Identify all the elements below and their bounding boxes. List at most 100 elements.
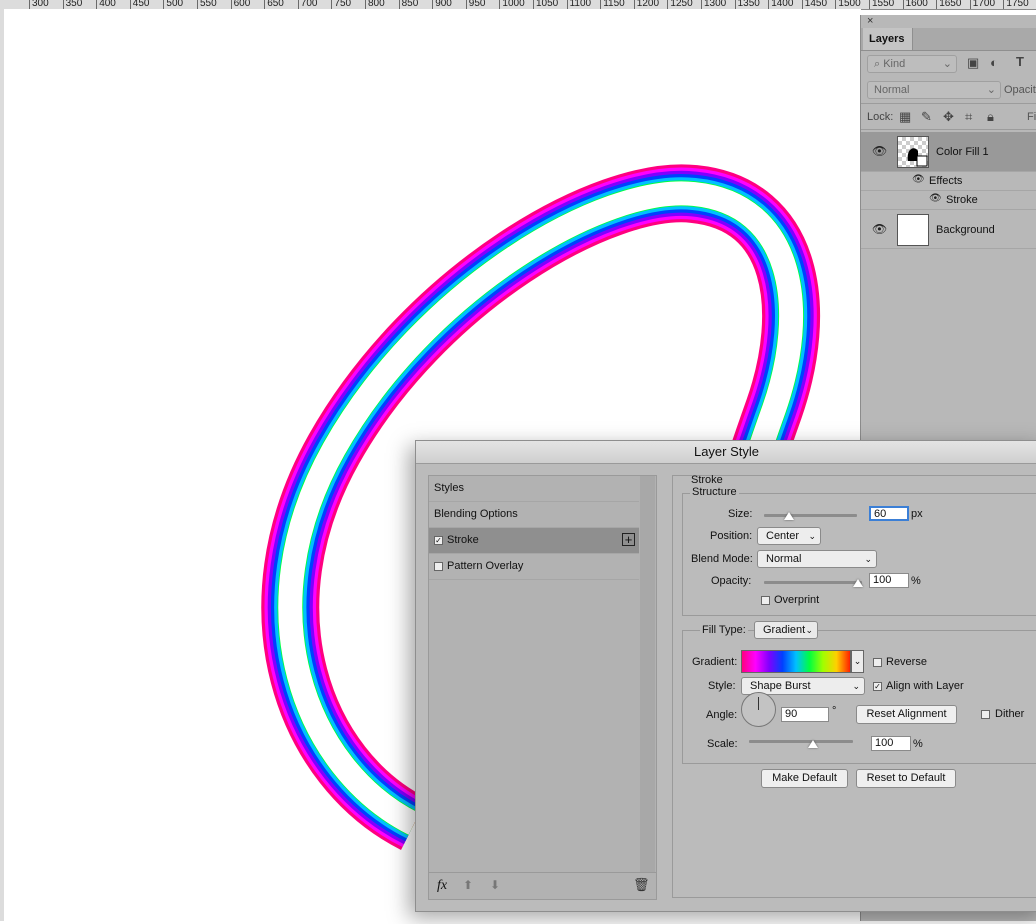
chevron-down-icon: ⌄: [805, 625, 813, 635]
image-filter-icon[interactable]: ▣: [967, 55, 979, 71]
ruler-label: 1100: [569, 0, 592, 9]
scale-slider-handle[interactable]: [808, 740, 818, 748]
style-item-pattern-overlay[interactable]: Pattern Overlay: [429, 554, 639, 580]
kind-filter-select[interactable]: ⌕ Kind ⌄: [867, 55, 957, 73]
style-item-stroke[interactable]: ✓ Stroke +: [429, 528, 639, 554]
ruler-label: 1450: [804, 0, 828, 9]
ruler-tick: [734, 0, 736, 9]
scale-input[interactable]: 100: [871, 736, 911, 751]
stroke-settings-pane: Stroke Structure Size: 60 px Position: C…: [672, 474, 1036, 898]
dither-checkbox[interactable]: [981, 710, 990, 719]
fx-menu-button[interactable]: fx: [437, 878, 447, 894]
visibility-eye-icon[interactable]: 👁︎: [912, 174, 925, 185]
styles-list: Styles Blending Options ✓ Stroke + Patter…: [428, 475, 657, 900]
ruler-tick: [297, 0, 299, 9]
scale-slider-track[interactable]: [749, 740, 853, 743]
ruler-label: 1250: [670, 0, 693, 9]
visibility-eye-icon[interactable]: 👁︎: [872, 144, 887, 158]
divider: [861, 103, 1036, 104]
reset-to-default-button[interactable]: Reset to Default: [856, 769, 956, 788]
position-select[interactable]: Center ⌄: [757, 527, 821, 545]
overprint-label: Overprint: [774, 594, 820, 606]
blend-mode-value: Normal: [766, 553, 802, 565]
chevron-down-icon: ⌄: [986, 84, 996, 96]
layer-row-color-fill[interactable]: 👁︎ Color Fill 1: [861, 132, 1036, 172]
ruler-tick: [365, 0, 366, 9]
lock-transparent-icon[interactable]: ▦: [899, 109, 911, 125]
ruler-tick: [633, 0, 635, 9]
layer-row-background[interactable]: 👁︎ Background: [861, 211, 1036, 249]
structure-title: Structure: [690, 486, 739, 498]
size-unit: px: [911, 508, 923, 520]
type-filter-icon[interactable]: T: [1016, 54, 1024, 69]
chevron-down-icon: ⌄: [808, 531, 816, 541]
trash-icon[interactable]: 🗑︎: [633, 877, 650, 893]
overprint-checkbox[interactable]: [761, 596, 770, 605]
ruler-tick: [230, 0, 232, 9]
close-panel-icon[interactable]: ×: [867, 15, 873, 27]
ruler-tick: [969, 0, 971, 9]
scale-label: Scale:: [707, 738, 738, 750]
make-default-button[interactable]: Make Default: [761, 769, 848, 788]
layer-thumbnail: [897, 136, 929, 168]
gradient-label: Gradient:: [692, 656, 738, 668]
styles-scrollbar[interactable]: [640, 476, 655, 872]
gradient-dropdown-icon[interactable]: ⌄: [851, 650, 864, 673]
effect-stroke-label: Stroke: [946, 194, 978, 206]
visibility-eye-icon[interactable]: 👁︎: [872, 222, 887, 236]
angle-label: Angle:: [706, 709, 738, 721]
lock-position-icon[interactable]: ✥: [943, 109, 954, 125]
opacity-slider-track[interactable]: [764, 581, 862, 584]
gradient-swatch[interactable]: [741, 650, 851, 673]
add-style-icon[interactable]: +: [622, 533, 635, 546]
size-input[interactable]: 60: [869, 506, 909, 521]
size-slider-track[interactable]: [764, 514, 857, 517]
reset-alignment-button[interactable]: Reset Alignment: [856, 705, 957, 724]
align-with-layer-checkbox[interactable]: ✓: [873, 682, 882, 691]
visibility-eye-icon[interactable]: 👁︎: [929, 193, 942, 204]
stroke-checkbox[interactable]: ✓: [434, 535, 443, 545]
align-with-layer-label: Align with Layer: [886, 680, 964, 692]
opacity-input[interactable]: 100: [869, 573, 909, 588]
ruler-tick: [902, 0, 904, 9]
layer-effects-row[interactable]: 👁︎ Effects: [861, 172, 1036, 191]
style-label: Style:: [708, 680, 736, 692]
opacity-slider-handle[interactable]: [853, 579, 863, 587]
ruler-label: 450: [132, 0, 150, 9]
ruler-tick: [701, 0, 702, 9]
angle-input[interactable]: 90: [781, 707, 829, 722]
angle-unit: °: [832, 705, 837, 717]
fill-type-select[interactable]: Gradient ⌄: [754, 621, 818, 639]
reverse-checkbox[interactable]: [873, 658, 882, 667]
ruler-label: 1200: [636, 0, 660, 9]
stroke-section-title: Stroke: [691, 474, 723, 486]
styles-header[interactable]: Styles: [429, 476, 639, 502]
ruler-label: 1500: [838, 0, 861, 9]
ruler-tick: [533, 0, 534, 9]
pattern-overlay-checkbox[interactable]: [434, 561, 443, 571]
lock-all-icon[interactable]: 🔒︎: [987, 109, 994, 125]
lock-paint-icon[interactable]: ✎: [921, 109, 932, 125]
ruler-tick: [96, 0, 98, 9]
ruler-tick: [869, 0, 870, 9]
angle-dial-hand: [758, 697, 759, 710]
ruler-label: 550: [200, 0, 217, 9]
blend-mode-select[interactable]: Normal ⌄: [757, 550, 877, 568]
blend-mode-select[interactable]: Normal ⌄: [867, 81, 1001, 99]
ruler-label: 1700: [972, 0, 996, 9]
ruler-label: 1400: [771, 0, 794, 9]
lock-artboard-icon[interactable]: ⌗: [965, 109, 972, 125]
blending-options-item[interactable]: Blending Options: [429, 502, 639, 528]
ruler-tick: [398, 0, 400, 9]
angle-dial[interactable]: [741, 692, 776, 727]
layer-effect-stroke-row[interactable]: 👁︎ Stroke: [861, 191, 1036, 210]
ruler-label: 1350: [737, 0, 760, 9]
tab-layers[interactable]: Layers: [863, 28, 913, 50]
ruler-label: 750: [334, 0, 352, 9]
move-down-icon[interactable]: ⬇: [490, 878, 500, 892]
adjustment-filter-icon[interactable]: ◐: [990, 55, 998, 70]
ruler-label: 500: [166, 0, 184, 9]
size-slider-handle[interactable]: [784, 512, 795, 520]
ruler-tick: [432, 0, 434, 9]
move-up-icon[interactable]: ⬆: [463, 878, 473, 892]
